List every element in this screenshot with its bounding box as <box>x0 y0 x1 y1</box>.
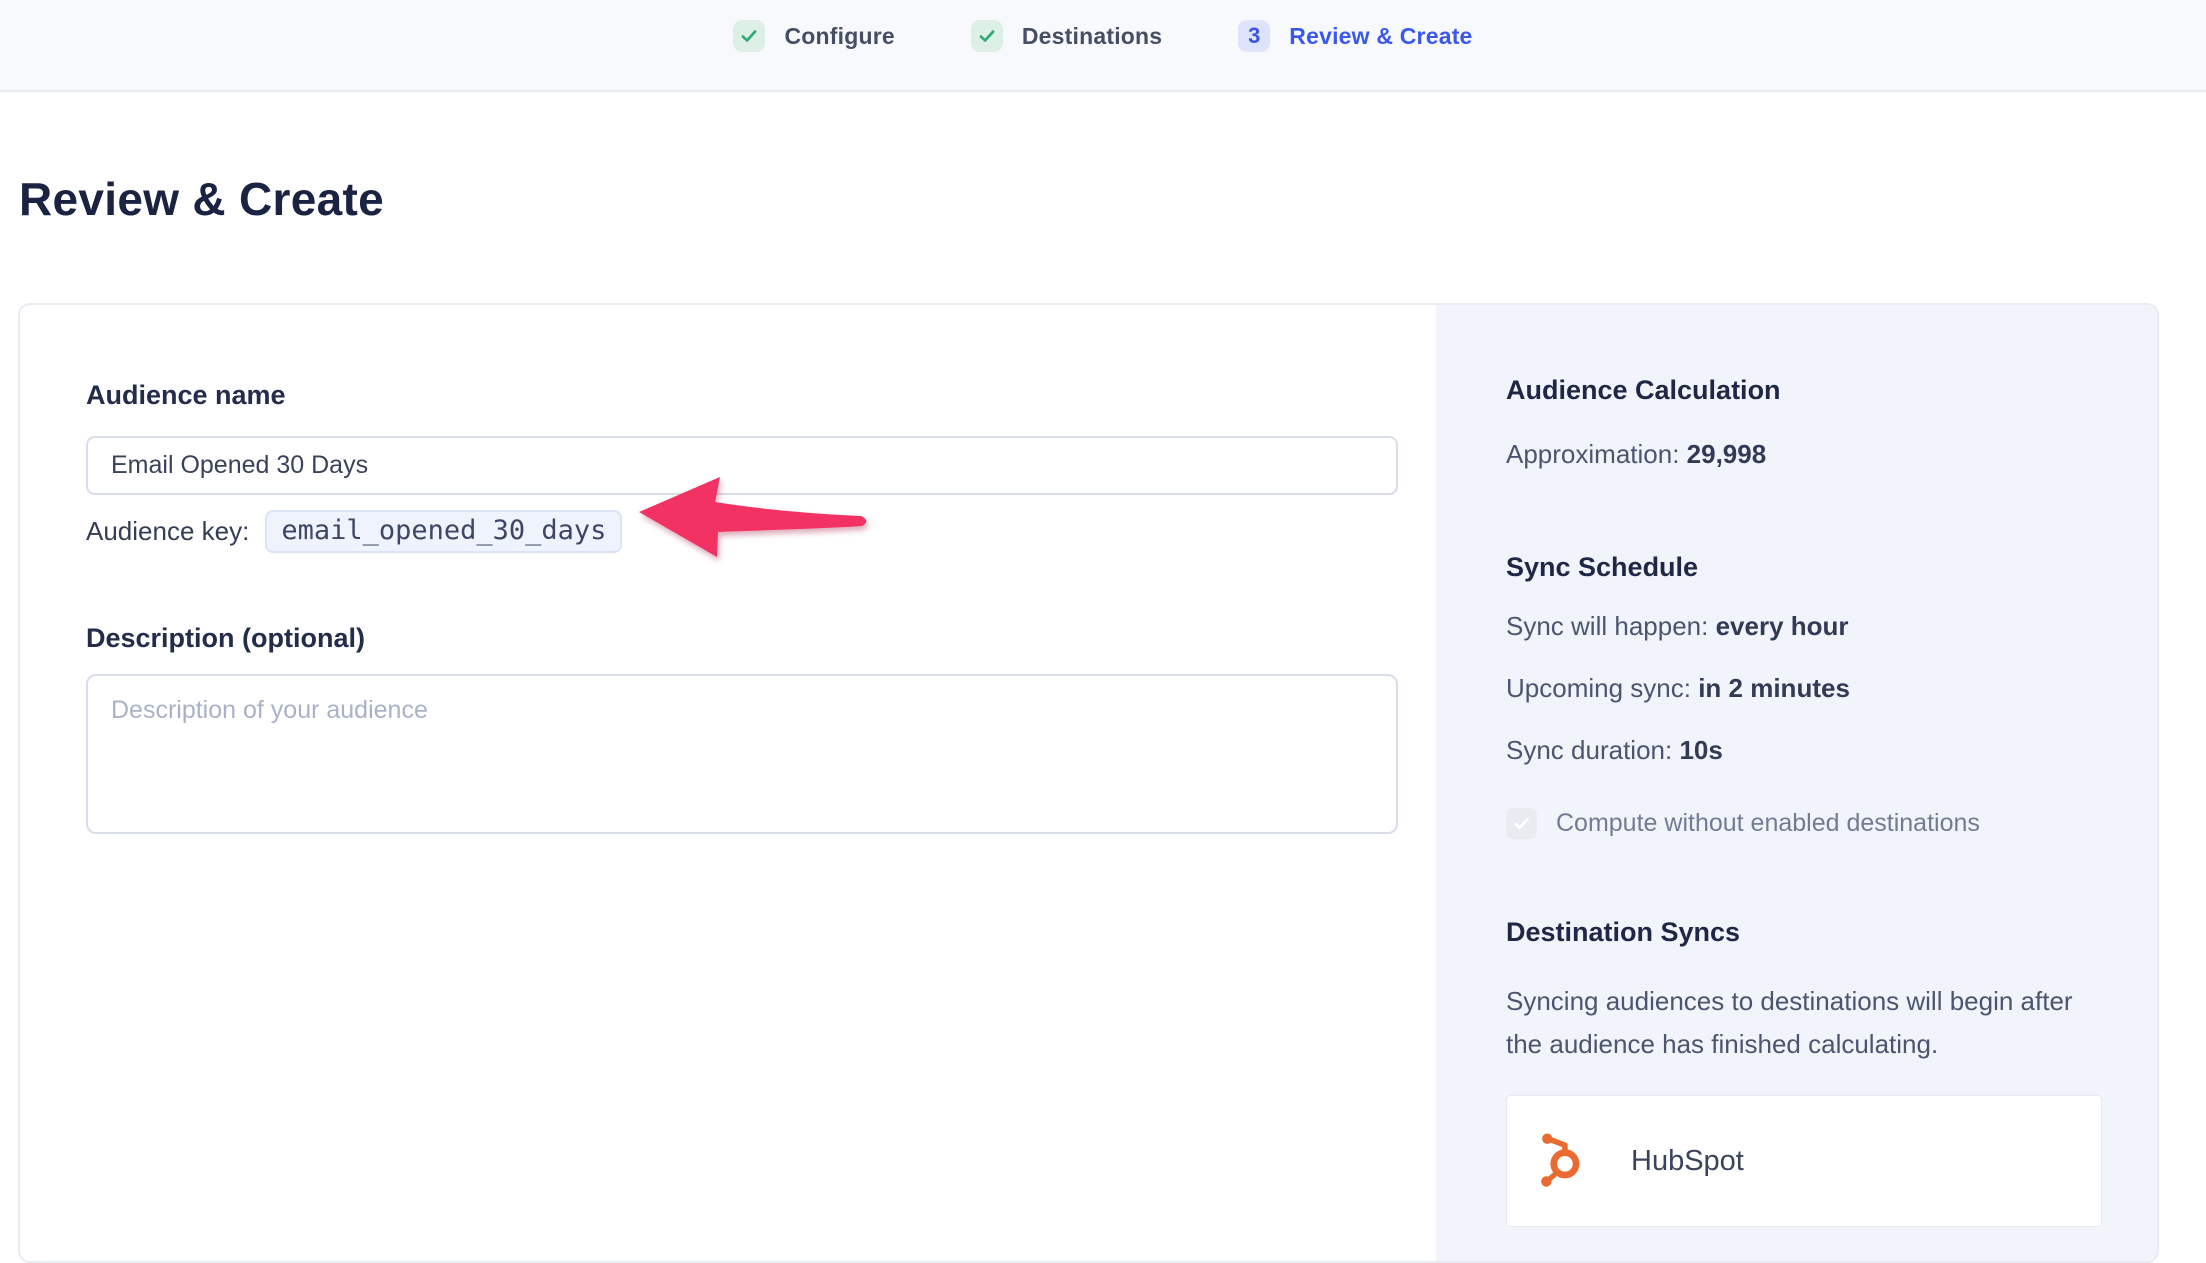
sync-duration-label: Sync duration: <box>1506 735 1672 765</box>
compute-checkbox-row: Compute without enabled destinations <box>1506 808 2102 839</box>
description-label: Description (optional) <box>86 623 1436 654</box>
upcoming-sync-line: Upcoming sync: in 2 minutes <box>1506 673 2102 704</box>
sync-schedule-heading: Sync Schedule <box>1506 552 2102 583</box>
upcoming-sync-value: in 2 minutes <box>1698 673 1850 703</box>
check-icon <box>739 26 759 46</box>
sync-duration-value: 10s <box>1679 735 1722 765</box>
audience-calculation-heading: Audience Calculation <box>1506 375 2102 406</box>
audience-name-label: Audience name <box>86 380 1436 411</box>
step-configure-check-badge <box>733 20 765 52</box>
compute-checkbox[interactable] <box>1506 808 1537 839</box>
audience-key-chip: email_opened_30_days <box>265 510 622 553</box>
destination-hubspot-card[interactable]: HubSpot <box>1506 1095 2102 1227</box>
check-icon <box>1512 814 1531 833</box>
approximation-label: Approximation: <box>1506 439 1679 469</box>
sync-duration-line: Sync duration: 10s <box>1506 735 2102 766</box>
review-card: Audience name Audience key: email_opened… <box>18 303 2159 1263</box>
step-configure-label: Configure <box>784 23 894 50</box>
step-destinations-check-badge <box>971 20 1003 52</box>
destination-hubspot-label: HubSpot <box>1631 1145 1744 1178</box>
step-configure[interactable]: Configure <box>733 20 894 52</box>
description-textarea[interactable] <box>86 674 1398 834</box>
form-pane: Audience name Audience key: email_opened… <box>20 305 1436 1261</box>
stepper-bar: Configure Destinations 3 Review & Create <box>0 0 2206 92</box>
step-number-badge: 3 <box>1238 20 1270 52</box>
step-destinations-label: Destinations <box>1022 23 1162 50</box>
destination-syncs-heading: Destination Syncs <box>1506 917 2102 948</box>
summary-sidebar: Audience Calculation Approximation: 29,9… <box>1436 305 2157 1261</box>
destination-syncs-description: Syncing audiences to destinations will b… <box>1506 980 2102 1066</box>
check-icon <box>977 26 997 46</box>
step-review-create[interactable]: 3 Review & Create <box>1238 20 1472 52</box>
upcoming-sync-label: Upcoming sync: <box>1506 673 1691 703</box>
approximation-value: 29,998 <box>1687 439 1767 469</box>
audience-name-input[interactable] <box>86 436 1398 495</box>
audience-key-row: Audience key: email_opened_30_days <box>86 510 1436 553</box>
step-destinations[interactable]: Destinations <box>971 20 1162 52</box>
sync-frequency-value: every hour <box>1716 611 1849 641</box>
step-review-create-label: Review & Create <box>1289 23 1472 50</box>
sync-frequency-line: Sync will happen: every hour <box>1506 611 2102 642</box>
compute-checkbox-label: Compute without enabled destinations <box>1556 809 1980 838</box>
approximation-line: Approximation: 29,998 <box>1506 439 2102 470</box>
audience-key-label: Audience key: <box>86 516 249 547</box>
hubspot-logo-icon <box>1537 1132 1591 1190</box>
page-title: Review & Create <box>19 172 384 226</box>
sync-frequency-label: Sync will happen: <box>1506 611 1708 641</box>
